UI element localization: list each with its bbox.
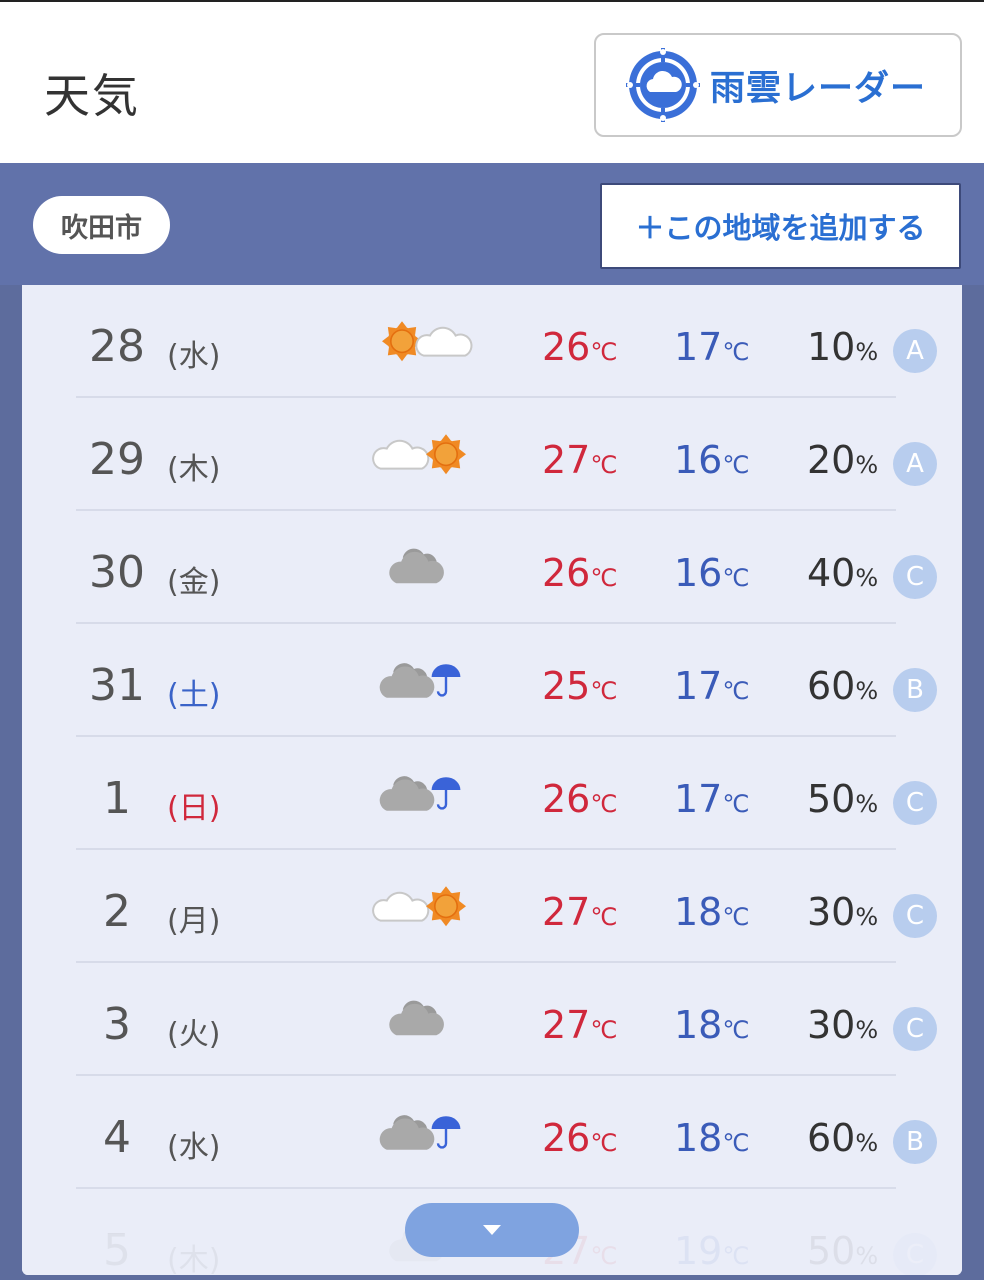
high-temp: 27℃ [542, 890, 618, 934]
day-of-week: (水) [167, 1130, 221, 1165]
sunny-then-cloudy-icon [382, 321, 473, 362]
day-of-week: (土) [167, 678, 221, 713]
page-title: 天気 [44, 69, 140, 123]
cloudy-icon [389, 548, 444, 584]
high-temp: 26℃ [542, 777, 618, 821]
low-temp: 18℃ [674, 1003, 750, 1047]
day-of-week: (金) [167, 565, 221, 600]
reliability-badge: A [893, 329, 937, 373]
date-day: 30 [89, 547, 145, 598]
reliability-badge: C [893, 555, 937, 599]
forecast-row: 31 (土) 25℃ 17℃ 60% B [22, 624, 962, 737]
forecast-row: 4 (水) 26℃ 18℃ 60% B [22, 1076, 962, 1189]
reliability-badge: C [893, 894, 937, 938]
high-temp: 26℃ [542, 325, 618, 369]
cloudy-with-rain-icon [379, 1115, 461, 1150]
precip-probability: 30% [807, 1003, 879, 1047]
low-temp: 16℃ [674, 551, 750, 595]
precip-probability: 60% [807, 1116, 879, 1160]
show-more-button[interactable] [405, 1203, 579, 1257]
cloudy-then-sunny-icon [372, 434, 466, 475]
forecast-row: 3 (火) 27℃ 18℃ 30% C [22, 963, 962, 1076]
date-day: 28 [89, 321, 145, 372]
date-day: 3 [103, 999, 131, 1050]
precip-probability: 30% [807, 890, 879, 934]
precip-probability: 60% [807, 664, 879, 708]
cloudy-with-rain-icon [379, 663, 461, 698]
low-temp: 17℃ [674, 325, 750, 369]
weekly-forecast-card: 28 (水) 26℃ 17℃ 10% A 29 (木) 27℃ 16℃ 20% … [22, 285, 962, 1275]
day-of-week: (木) [167, 452, 221, 487]
date-day: 29 [89, 434, 145, 485]
high-temp: 27℃ [542, 1003, 618, 1047]
add-region-button[interactable]: ＋この地域を追加する [600, 183, 961, 269]
low-temp: 16℃ [674, 438, 750, 482]
app-header: 天気 雨雲レーダー [0, 0, 984, 163]
rain-radar-label: 雨雲レーダー [710, 68, 927, 109]
day-of-week: (月) [167, 904, 221, 939]
radar-icon [626, 48, 700, 122]
high-temp: 26℃ [542, 1116, 618, 1160]
precip-probability: 40% [807, 551, 879, 595]
forecast-row: 2 (月) 27℃ 18℃ 30% C [22, 850, 962, 963]
cloudy-then-sunny-icon [372, 886, 466, 927]
forecast-row: 1 (日) 26℃ 17℃ 50% C [22, 737, 962, 850]
precip-probability: 50% [807, 777, 879, 821]
low-temp: 18℃ [674, 890, 750, 934]
day-of-week: (水) [167, 339, 221, 374]
reliability-badge: B [893, 668, 937, 712]
date-day: 2 [103, 886, 131, 937]
reliability-badge: A [893, 442, 937, 486]
precip-probability: 20% [807, 438, 879, 482]
precip-probability: 10% [807, 325, 879, 369]
reliability-badge: C [893, 1007, 937, 1051]
rain-radar-button[interactable]: 雨雲レーダー [594, 33, 962, 137]
date-day: 1 [103, 773, 131, 824]
low-temp: 17℃ [674, 777, 750, 821]
cloudy-with-rain-icon [379, 776, 461, 811]
forecast-row: 29 (木) 27℃ 16℃ 20% A [22, 398, 962, 511]
date-day: 31 [89, 660, 145, 711]
high-temp: 25℃ [542, 664, 618, 708]
date-day: 4 [103, 1112, 131, 1163]
triangle-down-icon [483, 1225, 501, 1235]
reliability-badge: C [893, 781, 937, 825]
city-name[interactable]: 吹田市 [33, 196, 170, 254]
forecast-row: 30 (金) 26℃ 16℃ 40% C [22, 511, 962, 624]
day-of-week: (火) [167, 1017, 221, 1052]
reliability-badge: B [893, 1120, 937, 1164]
high-temp: 26℃ [542, 551, 618, 595]
forecast-row: 28 (水) 26℃ 17℃ 10% A [22, 285, 962, 398]
low-temp: 17℃ [674, 664, 750, 708]
cloudy-icon [389, 1000, 444, 1036]
day-of-week: (日) [167, 791, 221, 826]
location-bar: 吹田市 ＋この地域を追加する [0, 163, 984, 285]
low-temp: 18℃ [674, 1116, 750, 1160]
high-temp: 27℃ [542, 438, 618, 482]
